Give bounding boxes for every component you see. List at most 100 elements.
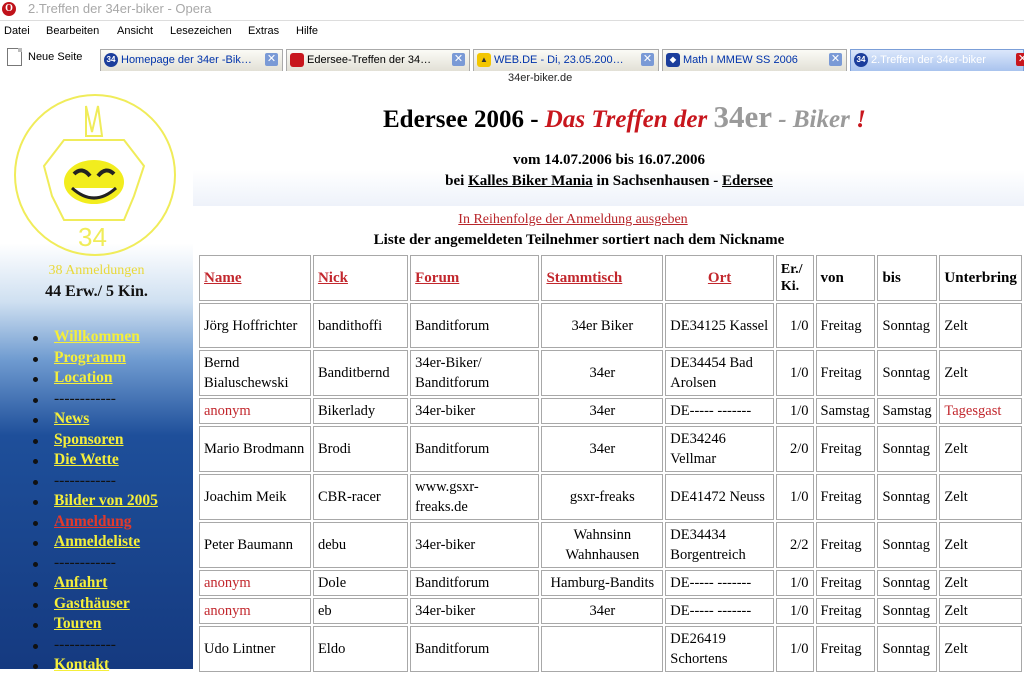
cell-ort: DE34454 Bad Arolsen: [665, 350, 774, 396]
nav-separator: ------------: [30, 636, 158, 657]
menu-hilfe[interactable]: Hilfe: [296, 25, 318, 37]
nav-item-news[interactable]: News: [30, 410, 158, 431]
nav-item-location[interactable]: Location: [30, 369, 158, 390]
nav-item-programm[interactable]: Programm: [30, 349, 158, 370]
nav-item-die-wette[interactable]: Die Wette: [30, 451, 158, 472]
cell-bis: Sonntag: [877, 474, 938, 520]
cell-bis: Sonntag: [877, 303, 938, 348]
nav-separator: ------------: [30, 472, 158, 493]
menu-bearbeiten[interactable]: Bearbeiten: [46, 25, 99, 37]
cell-unterbringung: Zelt: [939, 626, 1022, 672]
cell-von: Freitag: [815, 426, 876, 472]
cell-erki: 2/0: [775, 426, 814, 472]
close-icon[interactable]: ✕: [829, 53, 842, 66]
cell-bis: Sonntag: [877, 598, 938, 624]
col-header-forum[interactable]: Forum: [410, 255, 540, 301]
nav-item-kontakt[interactable]: Kontakt: [30, 656, 158, 677]
cell-bis: Sonntag: [877, 626, 938, 672]
cell-name: anonym: [199, 598, 311, 624]
cell-stammtisch: gsxr-freaks: [541, 474, 664, 520]
new-page-label: Neue Seite: [28, 50, 83, 63]
cell-nick: Banditbernd: [312, 350, 409, 396]
page-header: Edersee 2006 - Das Treffen der 34er - Bi…: [193, 86, 1024, 206]
cell-unterbringung: Zelt: [939, 570, 1022, 596]
table-row: Bernd Bialuschewski Banditbernd 34er-Biker…: [199, 350, 1022, 396]
cell-von: Freitag: [815, 303, 876, 348]
menu-ansicht[interactable]: Ansicht: [117, 25, 153, 37]
cell-forum: 34er-Biker/ Banditforum: [410, 350, 540, 396]
cell-erki: 2/2: [775, 522, 814, 568]
attendee-counts: 44 Erw./ 5 Kin.: [45, 283, 148, 300]
menu-bar: Datei Bearbeiten Ansicht Lesezeichen Ext…: [0, 21, 1024, 43]
menu-extras[interactable]: Extras: [248, 25, 279, 37]
nav-item-willkommen[interactable]: Willkommen: [30, 328, 158, 349]
table-row: Jörg Hoffrichter bandithoffi Banditforum 34…: [199, 303, 1022, 348]
tab-bar: Neue Seite 34 Homepage der 34er -Bik… ✕ …: [0, 44, 1024, 72]
cell-ort: DE----- -------: [665, 598, 774, 624]
close-icon[interactable]: ✕: [641, 53, 654, 66]
col-header-ort[interactable]: Ort: [665, 255, 774, 301]
venue-link[interactable]: Kalles Biker Mania: [468, 173, 593, 189]
tab-math[interactable]: ◆ Math I MMEW SS 2006 ✕: [662, 49, 847, 71]
order-by-registration-link[interactable]: In Reihenfolge der Anmeldung ausgeben: [193, 212, 953, 228]
site-34-icon: 34: [854, 53, 868, 67]
nav-item-gasthaeuser[interactable]: Gasthäuser: [30, 595, 158, 616]
new-page-icon: [7, 48, 22, 66]
tab-webde[interactable]: ▲ WEB.DE - Di, 23.05.200… ✕: [473, 49, 659, 71]
close-icon[interactable]: ✕: [1016, 53, 1024, 66]
cell-von: Samstag: [815, 398, 876, 424]
close-icon[interactable]: ✕: [265, 53, 278, 66]
col-header-von: von: [815, 255, 876, 301]
table-row: Udo Lintner Eldo Banditforum DE26419 Schort…: [199, 626, 1022, 672]
cell-forum: 34er-biker: [410, 522, 540, 568]
table-row: Joachim Meik CBR-racer www.gsxr- freaks.de…: [199, 474, 1022, 520]
cell-nick: Dole: [312, 570, 409, 596]
cell-stammtisch: 34er: [541, 398, 664, 424]
menu-datei[interactable]: Datei: [4, 25, 30, 37]
cell-erki: 1/0: [775, 474, 814, 520]
cell-bis: Sonntag: [877, 570, 938, 596]
event-dates: vom 14.07.2006 bis 16.07.2006: [512, 152, 706, 168]
col-header-bis: bis: [877, 255, 938, 301]
nav-item-anmeldung[interactable]: Anmeldung: [30, 513, 158, 534]
tab-treffen-active[interactable]: 34 2.Treffen der 34er-biker ✕: [850, 49, 1024, 71]
nav-item-sponsoren[interactable]: Sponsoren: [30, 431, 158, 452]
col-header-nick[interactable]: Nick: [312, 255, 409, 301]
grinning-face-logo-icon: 34: [42, 105, 146, 252]
cell-name: Peter Baumann: [199, 522, 311, 568]
table-row: anonym eb 34er-biker 34er DE----- ------- 1/0…: [199, 598, 1022, 624]
cell-von: Freitag: [815, 626, 876, 672]
page-content: 34 38 Anmeldungen 44 Erw./ 5 Kin. Willko…: [0, 86, 1024, 673]
cell-nick: eb: [312, 598, 409, 624]
nav-separator: ------------: [30, 390, 158, 411]
cell-nick: Eldo: [312, 626, 409, 672]
col-header-stammtisch[interactable]: Stammtisch: [541, 255, 664, 301]
table-row: Mario Brodmann Brodi Banditforum 34er DE3424…: [199, 426, 1022, 472]
new-page-button[interactable]: Neue Seite: [7, 48, 82, 68]
table-header-row: Name Nick Forum Stammtisch Ort Er./ Ki. …: [199, 255, 1022, 301]
tab-edersee[interactable]: Edersee-Treffen der 34… ✕: [286, 49, 470, 71]
cell-name: anonym: [199, 398, 311, 424]
nav-item-bilder-2005[interactable]: Bilder von 2005: [30, 492, 158, 513]
blue-diamond-icon: ◆: [666, 53, 680, 67]
participants-table: Name Nick Forum Stammtisch Ort Er./ Ki. …: [197, 253, 1024, 674]
cell-bis: Sonntag: [877, 426, 938, 472]
tab-label: WEB.DE - Di, 23.05.200…: [494, 54, 624, 66]
opera-icon: O: [2, 2, 16, 16]
tab-homepage[interactable]: 34 Homepage der 34er -Bik… ✕: [100, 49, 283, 71]
nav-item-anmeldeliste[interactable]: Anmeldeliste: [30, 533, 158, 554]
menu-lesezeichen[interactable]: Lesezeichen: [170, 25, 232, 37]
col-header-name[interactable]: Name: [199, 255, 311, 301]
cell-erki: 1/0: [775, 570, 814, 596]
table-row: Peter Baumann debu 34er-biker Wahnsinn Wahn…: [199, 522, 1022, 568]
tab-label: Math I MMEW SS 2006: [683, 54, 798, 66]
tab-label: Edersee-Treffen der 34…: [307, 54, 432, 66]
page-title: Edersee 2006 - Das Treffen der 34er - Bi…: [383, 99, 866, 134]
sidebar-nav: Willkommen Programm Location -----------…: [30, 328, 158, 677]
close-icon[interactable]: ✕: [452, 53, 465, 66]
edersee-link[interactable]: Edersee: [722, 173, 773, 189]
cell-stammtisch: 34er: [541, 426, 664, 472]
nav-item-anfahrt[interactable]: Anfahrt: [30, 574, 158, 595]
cell-von: Freitag: [815, 350, 876, 396]
nav-item-touren[interactable]: Touren: [30, 615, 158, 636]
